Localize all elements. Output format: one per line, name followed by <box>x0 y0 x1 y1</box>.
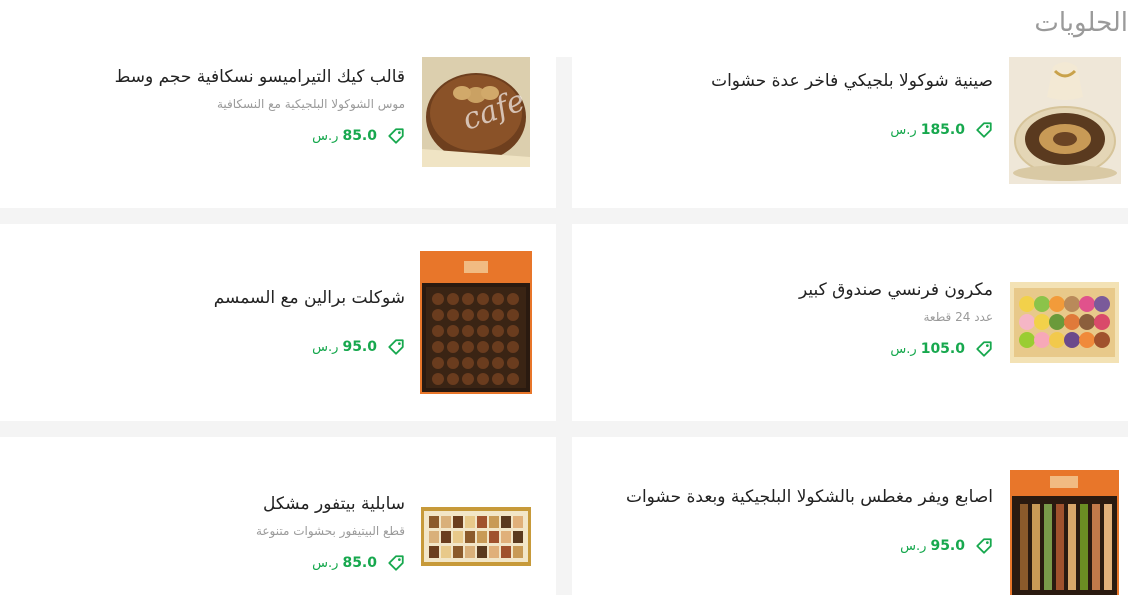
price-currency: ر.س <box>890 342 917 357</box>
section-title: الحلويات <box>1034 8 1128 38</box>
price-tag-icon <box>388 555 404 571</box>
price-amount: 85.0 <box>342 555 377 571</box>
price-tag-icon <box>976 341 992 357</box>
price-amount: 95.0 <box>930 538 965 554</box>
price-currency: ر.س <box>312 340 339 355</box>
price-value: 95.0ر.س <box>312 339 377 355</box>
product-description: قطع البيتيفور بحشوات متنوعة <box>255 524 405 538</box>
price-tag-icon <box>388 128 404 144</box>
price-currency: ر.س <box>890 123 917 138</box>
product-image[interactable] <box>1010 470 1119 595</box>
product-info: صينية شوكولا بلجيكي فاخر عدة حشوات 185.0… <box>593 67 993 139</box>
price-row: 85.0ر.س <box>5 127 405 145</box>
section-header: الحلويات <box>0 0 1128 57</box>
product-info: سابلية بيتفور مشكل قطع البيتيفور بحشوات … <box>5 490 405 572</box>
price-row: 105.0ر.س <box>593 340 993 358</box>
product-card[interactable]: سابلية بيتفور مشكل قطع البيتيفور بحشوات … <box>0 437 556 595</box>
product-card[interactable]: شوكلت برالين مع السمسم 95.0ر.س <box>0 224 556 421</box>
product-image[interactable]: cafe <box>422 57 530 167</box>
product-image[interactable] <box>1010 282 1119 363</box>
price-value: 95.0ر.س <box>900 538 965 554</box>
product-description: موس الشوكولا البلجيكية مع النسكافية <box>216 97 405 111</box>
product-name[interactable]: اصابع ويفر مغطس بالشكولا البلجيكية وبعدة… <box>573 483 993 511</box>
product-description: عدد 24 قطعة <box>923 310 993 324</box>
product-info: اصابع ويفر مغطس بالشكولا البلجيكية وبعدة… <box>573 483 993 555</box>
price-amount: 95.0 <box>342 339 377 355</box>
product-name[interactable]: صينية شوكولا بلجيكي فاخر عدة حشوات <box>593 67 993 95</box>
product-image[interactable] <box>421 507 531 566</box>
price-currency: ر.س <box>900 539 927 554</box>
price-value: 85.0ر.س <box>312 128 377 144</box>
price-currency: ر.س <box>312 129 339 144</box>
product-card[interactable]: مكرون فرنسي صندوق كبير عدد 24 قطعة 105.0… <box>572 224 1128 421</box>
price-row: 185.0ر.س <box>593 121 993 139</box>
product-name[interactable]: شوكلت برالين مع السمسم <box>5 284 405 312</box>
product-info: مكرون فرنسي صندوق كبير عدد 24 قطعة 105.0… <box>593 276 993 358</box>
product-info: قالب كيك التيراميسو نسكافية حجم وسط موس … <box>5 63 405 145</box>
product-card[interactable]: اصابع ويفر مغطس بالشكولا البلجيكية وبعدة… <box>572 437 1128 595</box>
price-amount: 85.0 <box>342 128 377 144</box>
price-row: 95.0ر.س <box>573 537 993 555</box>
product-name[interactable]: قالب كيك التيراميسو نسكافية حجم وسط <box>5 63 405 91</box>
product-name[interactable]: مكرون فرنسي صندوق كبير <box>593 276 993 304</box>
product-image[interactable] <box>420 251 532 394</box>
product-image[interactable] <box>1009 57 1121 184</box>
price-row: 85.0ر.س <box>5 554 405 572</box>
product-name[interactable]: سابلية بيتفور مشكل <box>5 490 405 518</box>
product-card[interactable]: صينية شوكولا بلجيكي فاخر عدة حشوات 185.0… <box>572 57 1128 208</box>
price-row: 95.0ر.س <box>5 338 405 356</box>
price-tag-icon <box>976 122 992 138</box>
product-card[interactable]: cafe قالب كيك التيراميسو نسكافية حجم وسط… <box>0 57 556 208</box>
price-amount: 105.0 <box>920 341 965 357</box>
product-info: شوكلت برالين مع السمسم 95.0ر.س <box>5 284 405 356</box>
price-value: 85.0ر.س <box>312 555 377 571</box>
price-tag-icon <box>388 339 404 355</box>
price-value: 185.0ر.س <box>890 122 965 138</box>
price-amount: 185.0 <box>920 122 965 138</box>
price-tag-icon <box>976 538 992 554</box>
price-currency: ر.س <box>312 556 339 571</box>
price-value: 105.0ر.س <box>890 341 965 357</box>
